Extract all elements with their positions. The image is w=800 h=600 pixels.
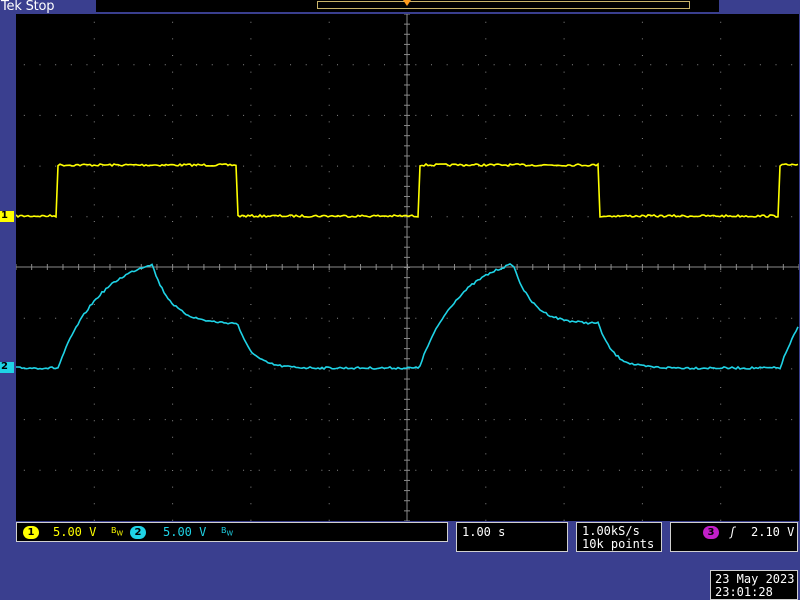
channel-settings-bar[interactable]: 1 5.00 V BW 2 5.00 V BW — [16, 522, 448, 542]
record-display-window[interactable] — [317, 1, 690, 9]
acquisition-panel[interactable]: 1.00kS/s 10k points — [576, 522, 662, 552]
time: 23:01:28 — [715, 585, 773, 599]
ch1-ground-marker[interactable]: 1 — [0, 210, 14, 222]
ch2-scale[interactable]: 5.00 V — [163, 525, 206, 539]
timebase-panel[interactable]: 1.00 s — [456, 522, 568, 552]
top-status-bar: Tek Stop — [0, 0, 800, 14]
trigger-level[interactable]: 2.10 V — [751, 525, 794, 539]
ch1-bandwidth-limit-icon: BW — [111, 526, 124, 538]
sample-rate: 1.00kS/s — [582, 524, 640, 538]
date: 23 May 2023 — [715, 572, 795, 586]
trigger-panel[interactable]: 3 ʃ 2.10 V — [670, 522, 798, 552]
trigger-source-badge[interactable]: 3 — [703, 526, 719, 539]
ch1-scale[interactable]: 5.00 V — [53, 525, 96, 539]
waveform-display[interactable] — [16, 14, 799, 521]
trigger-position-icon[interactable] — [403, 0, 411, 6]
ch1-badge[interactable]: 1 — [23, 526, 39, 539]
record-length: 10k points — [582, 537, 655, 551]
rising-edge-icon: ʃ — [729, 525, 737, 539]
timebase-scale[interactable]: 1.00 s — [462, 525, 505, 539]
waveform-graticule — [16, 14, 799, 521]
date-time-display: 23 May 2023 23:01:28 — [710, 570, 798, 600]
ch2-badge[interactable]: 2 — [130, 526, 146, 539]
acquisition-status: Tek Stop — [1, 0, 55, 14]
ch2-ground-marker[interactable]: 2 — [0, 361, 14, 373]
ch2-bandwidth-limit-icon: BW — [221, 526, 234, 538]
